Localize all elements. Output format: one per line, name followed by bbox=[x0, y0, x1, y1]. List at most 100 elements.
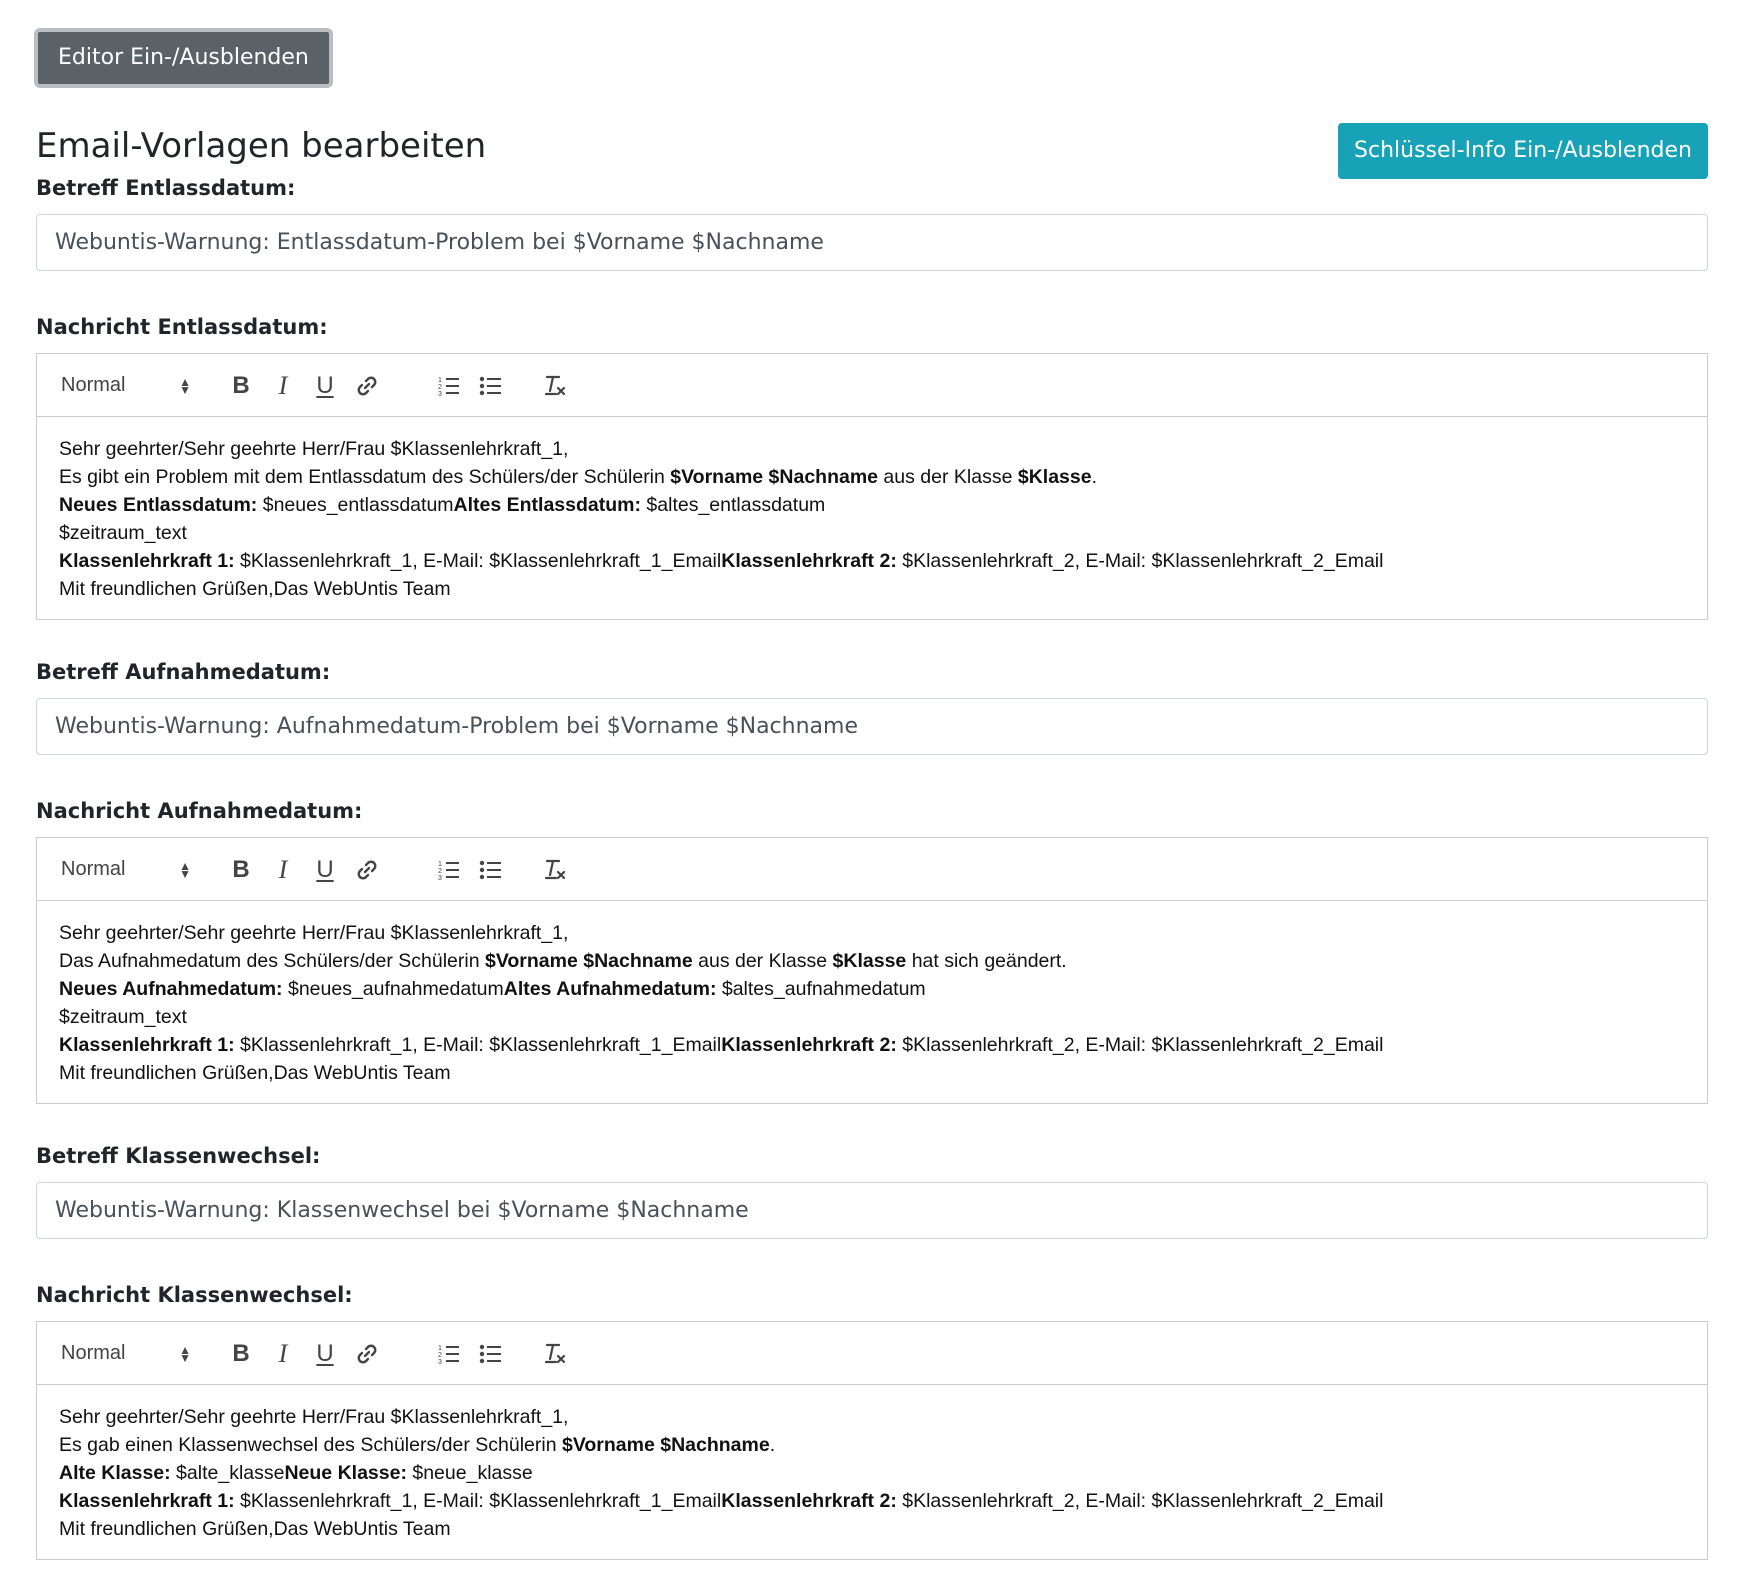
rich-text-editor-aufnahmedatum: Normal ▲ ▼ B I U 123 Sehr geehrter/Sehr ge… bbox=[36, 837, 1708, 1104]
text-run: Sehr geehrter/Sehr geehrte Herr/Frau $Kl… bbox=[59, 438, 569, 460]
editor-content[interactable]: Sehr geehrter/Sehr geehrte Herr/Frau $Kl… bbox=[37, 1385, 1707, 1559]
text-run: $zeitraum_text bbox=[59, 1006, 187, 1028]
text-run: $zeitraum_text bbox=[59, 522, 187, 544]
svg-text:3: 3 bbox=[438, 875, 442, 882]
bold-text: Klassenlehrkraft 1: bbox=[59, 550, 235, 572]
clear-format-icon[interactable] bbox=[537, 838, 573, 901]
bold-text: Neue Klasse: bbox=[284, 1462, 407, 1484]
message-label: Nachricht Entlassdatum: bbox=[36, 315, 328, 339]
underline-icon[interactable]: U bbox=[307, 354, 343, 417]
editor-content[interactable]: Sehr geehrter/Sehr geehrte Herr/Frau $Kl… bbox=[37, 901, 1707, 1103]
underline-icon[interactable]: U bbox=[307, 838, 343, 901]
ordered-list-icon[interactable]: 123 bbox=[431, 1322, 467, 1385]
bold-text: Klassenlehrkraft 2: bbox=[721, 1490, 897, 1512]
toggle-editor-button[interactable]: Editor Ein-/Ausblenden bbox=[34, 28, 333, 88]
bold-text: Klassenlehrkraft 1: bbox=[59, 1034, 235, 1056]
editor-line: Alte Klasse: $alte_klasseNeue Klasse: $n… bbox=[59, 1459, 1685, 1487]
italic-icon[interactable]: I bbox=[265, 838, 301, 901]
svg-text:1: 1 bbox=[438, 861, 442, 868]
templates-form: Betreff Entlassdatum: Webuntis-Warnung: … bbox=[36, 170, 1708, 1594]
editor-line: Sehr geehrter/Sehr geehrte Herr/Frau $Kl… bbox=[59, 919, 1685, 947]
page-title: Email-Vorlagen bearbeiten bbox=[36, 126, 487, 166]
underline-icon[interactable]: U bbox=[307, 1322, 343, 1385]
bold-text: Altes Entlassdatum: bbox=[453, 494, 641, 516]
svg-text:1: 1 bbox=[438, 1345, 442, 1352]
text-run: $altes_entlassdatum bbox=[641, 494, 826, 516]
italic-icon[interactable]: I bbox=[265, 1322, 301, 1385]
bold-text: Alte Klasse: bbox=[59, 1462, 171, 1484]
bold-text: Klassenlehrkraft 2: bbox=[721, 550, 897, 572]
bold-text: $Vorname $Nachname bbox=[670, 466, 879, 488]
format-picker-label: Normal bbox=[61, 1342, 126, 1364]
svg-text:3: 3 bbox=[438, 1359, 442, 1366]
bold-text: $Vorname $Nachname bbox=[561, 1434, 770, 1456]
format-picker-label: Normal bbox=[61, 374, 126, 396]
text-run: Sehr geehrter/Sehr geehrte Herr/Frau $Kl… bbox=[59, 1406, 569, 1428]
bold-text: Klassenlehrkraft 1: bbox=[59, 1490, 235, 1512]
editor-content[interactable]: Sehr geehrter/Sehr geehrte Herr/Frau $Kl… bbox=[37, 417, 1707, 619]
editor-line: Neues Aufnahmedatum: $neues_aufnahmedatu… bbox=[59, 975, 1685, 1003]
format-picker-label: Normal bbox=[61, 858, 126, 880]
editor-line: Das Aufnahmedatum des Schülers/der Schül… bbox=[59, 947, 1685, 975]
subject-label: Betreff Entlassdatum: bbox=[36, 176, 296, 200]
subject-input-entlassdatum[interactable]: Webuntis-Warnung: Entlassdatum-Problem b… bbox=[36, 214, 1708, 271]
text-run: . bbox=[1091, 466, 1097, 488]
ordered-list-icon[interactable]: 123 bbox=[431, 838, 467, 901]
svg-text:2: 2 bbox=[438, 384, 442, 391]
clear-format-icon[interactable] bbox=[537, 1322, 573, 1385]
format-picker[interactable]: Normal ▲ ▼ bbox=[61, 354, 191, 417]
picker-arrows-icon: ▲ ▼ bbox=[179, 858, 191, 881]
editor-line: Mit freundlichen Grüßen,Das WebUntis Tea… bbox=[59, 1059, 1685, 1087]
text-run: $Klassenlehrkraft_1, E-Mail: $Klassenleh… bbox=[234, 1034, 722, 1056]
text-run: $Klassenlehrkraft_2, E-Mail: $Klassenleh… bbox=[896, 1490, 1384, 1512]
text-run: Es gab einen Klassenwechsel des Schülers… bbox=[59, 1434, 562, 1456]
text-run: $Klassenlehrkraft_2, E-Mail: $Klassenleh… bbox=[896, 550, 1384, 572]
link-icon[interactable] bbox=[349, 1322, 385, 1385]
text-run: hat sich geändert. bbox=[906, 950, 1067, 972]
svg-text:1: 1 bbox=[438, 377, 442, 384]
subject-label: Betreff Aufnahmedatum: bbox=[36, 660, 331, 684]
bold-text: Altes Aufnahmedatum: bbox=[503, 978, 717, 1000]
subject-input-aufnahmedatum[interactable]: Webuntis-Warnung: Aufnahmedatum-Problem … bbox=[36, 698, 1708, 755]
bold-text: Neues Entlassdatum: bbox=[59, 494, 258, 516]
ordered-list-icon[interactable]: 123 bbox=[431, 354, 467, 417]
rich-text-editor-klassenwechsel: Normal ▲ ▼ B I U 123 Sehr geehrter/Sehr ge… bbox=[36, 1321, 1708, 1560]
text-run: $neues_aufnahmedatum bbox=[282, 978, 504, 1000]
format-picker[interactable]: Normal ▲ ▼ bbox=[61, 1322, 191, 1385]
bold-icon[interactable]: B bbox=[223, 354, 259, 417]
editor-line: Es gab einen Klassenwechsel des Schülers… bbox=[59, 1431, 1685, 1459]
text-run: $Klassenlehrkraft_1, E-Mail: $Klassenleh… bbox=[234, 550, 722, 572]
svg-text:3: 3 bbox=[438, 391, 442, 398]
bold-text: $Klasse bbox=[1017, 466, 1092, 488]
editor-toolbar: Normal ▲ ▼ B I U 123 bbox=[37, 354, 1707, 417]
editor-line: $zeitraum_text bbox=[59, 519, 1685, 547]
bold-icon[interactable]: B bbox=[223, 838, 259, 901]
editor-line: Es gibt ein Problem mit dem Entlassdatum… bbox=[59, 463, 1685, 491]
editor-line: Klassenlehrkraft 1: $Klassenlehrkraft_1,… bbox=[59, 547, 1685, 575]
link-icon[interactable] bbox=[349, 838, 385, 901]
message-label: Nachricht Aufnahmedatum: bbox=[36, 799, 363, 823]
format-picker[interactable]: Normal ▲ ▼ bbox=[61, 838, 191, 901]
picker-arrows-icon: ▲ ▼ bbox=[179, 374, 191, 397]
editor-line: Neues Entlassdatum: $neues_entlassdatumA… bbox=[59, 491, 1685, 519]
text-run: $Klassenlehrkraft_1, E-Mail: $Klassenleh… bbox=[234, 1490, 722, 1512]
editor-line: Klassenlehrkraft 1: $Klassenlehrkraft_1,… bbox=[59, 1487, 1685, 1515]
clear-format-icon[interactable] bbox=[537, 354, 573, 417]
text-run: $altes_aufnahmedatum bbox=[716, 978, 926, 1000]
bullet-list-icon[interactable] bbox=[473, 838, 509, 901]
text-run: . bbox=[769, 1434, 776, 1456]
text-run: Sehr geehrter/Sehr geehrte Herr/Frau $Kl… bbox=[59, 922, 569, 944]
editor-line: Klassenlehrkraft 1: $Klassenlehrkraft_1,… bbox=[59, 1031, 1685, 1059]
svg-text:2: 2 bbox=[438, 868, 442, 875]
text-run: $neue_klasse bbox=[406, 1462, 533, 1484]
text-run: $Klassenlehrkraft_2, E-Mail: $Klassenleh… bbox=[896, 1034, 1384, 1056]
picker-arrows-icon: ▲ ▼ bbox=[179, 1342, 191, 1365]
text-run: aus der Klasse bbox=[692, 950, 833, 972]
link-icon[interactable] bbox=[349, 354, 385, 417]
editor-toolbar: Normal ▲ ▼ B I U 123 bbox=[37, 1322, 1707, 1385]
subject-input-klassenwechsel[interactable]: Webuntis-Warnung: Klassenwechsel bei $Vo… bbox=[36, 1182, 1708, 1239]
bullet-list-icon[interactable] bbox=[473, 1322, 509, 1385]
bold-icon[interactable]: B bbox=[223, 1322, 259, 1385]
bullet-list-icon[interactable] bbox=[473, 354, 509, 417]
italic-icon[interactable]: I bbox=[265, 354, 301, 417]
